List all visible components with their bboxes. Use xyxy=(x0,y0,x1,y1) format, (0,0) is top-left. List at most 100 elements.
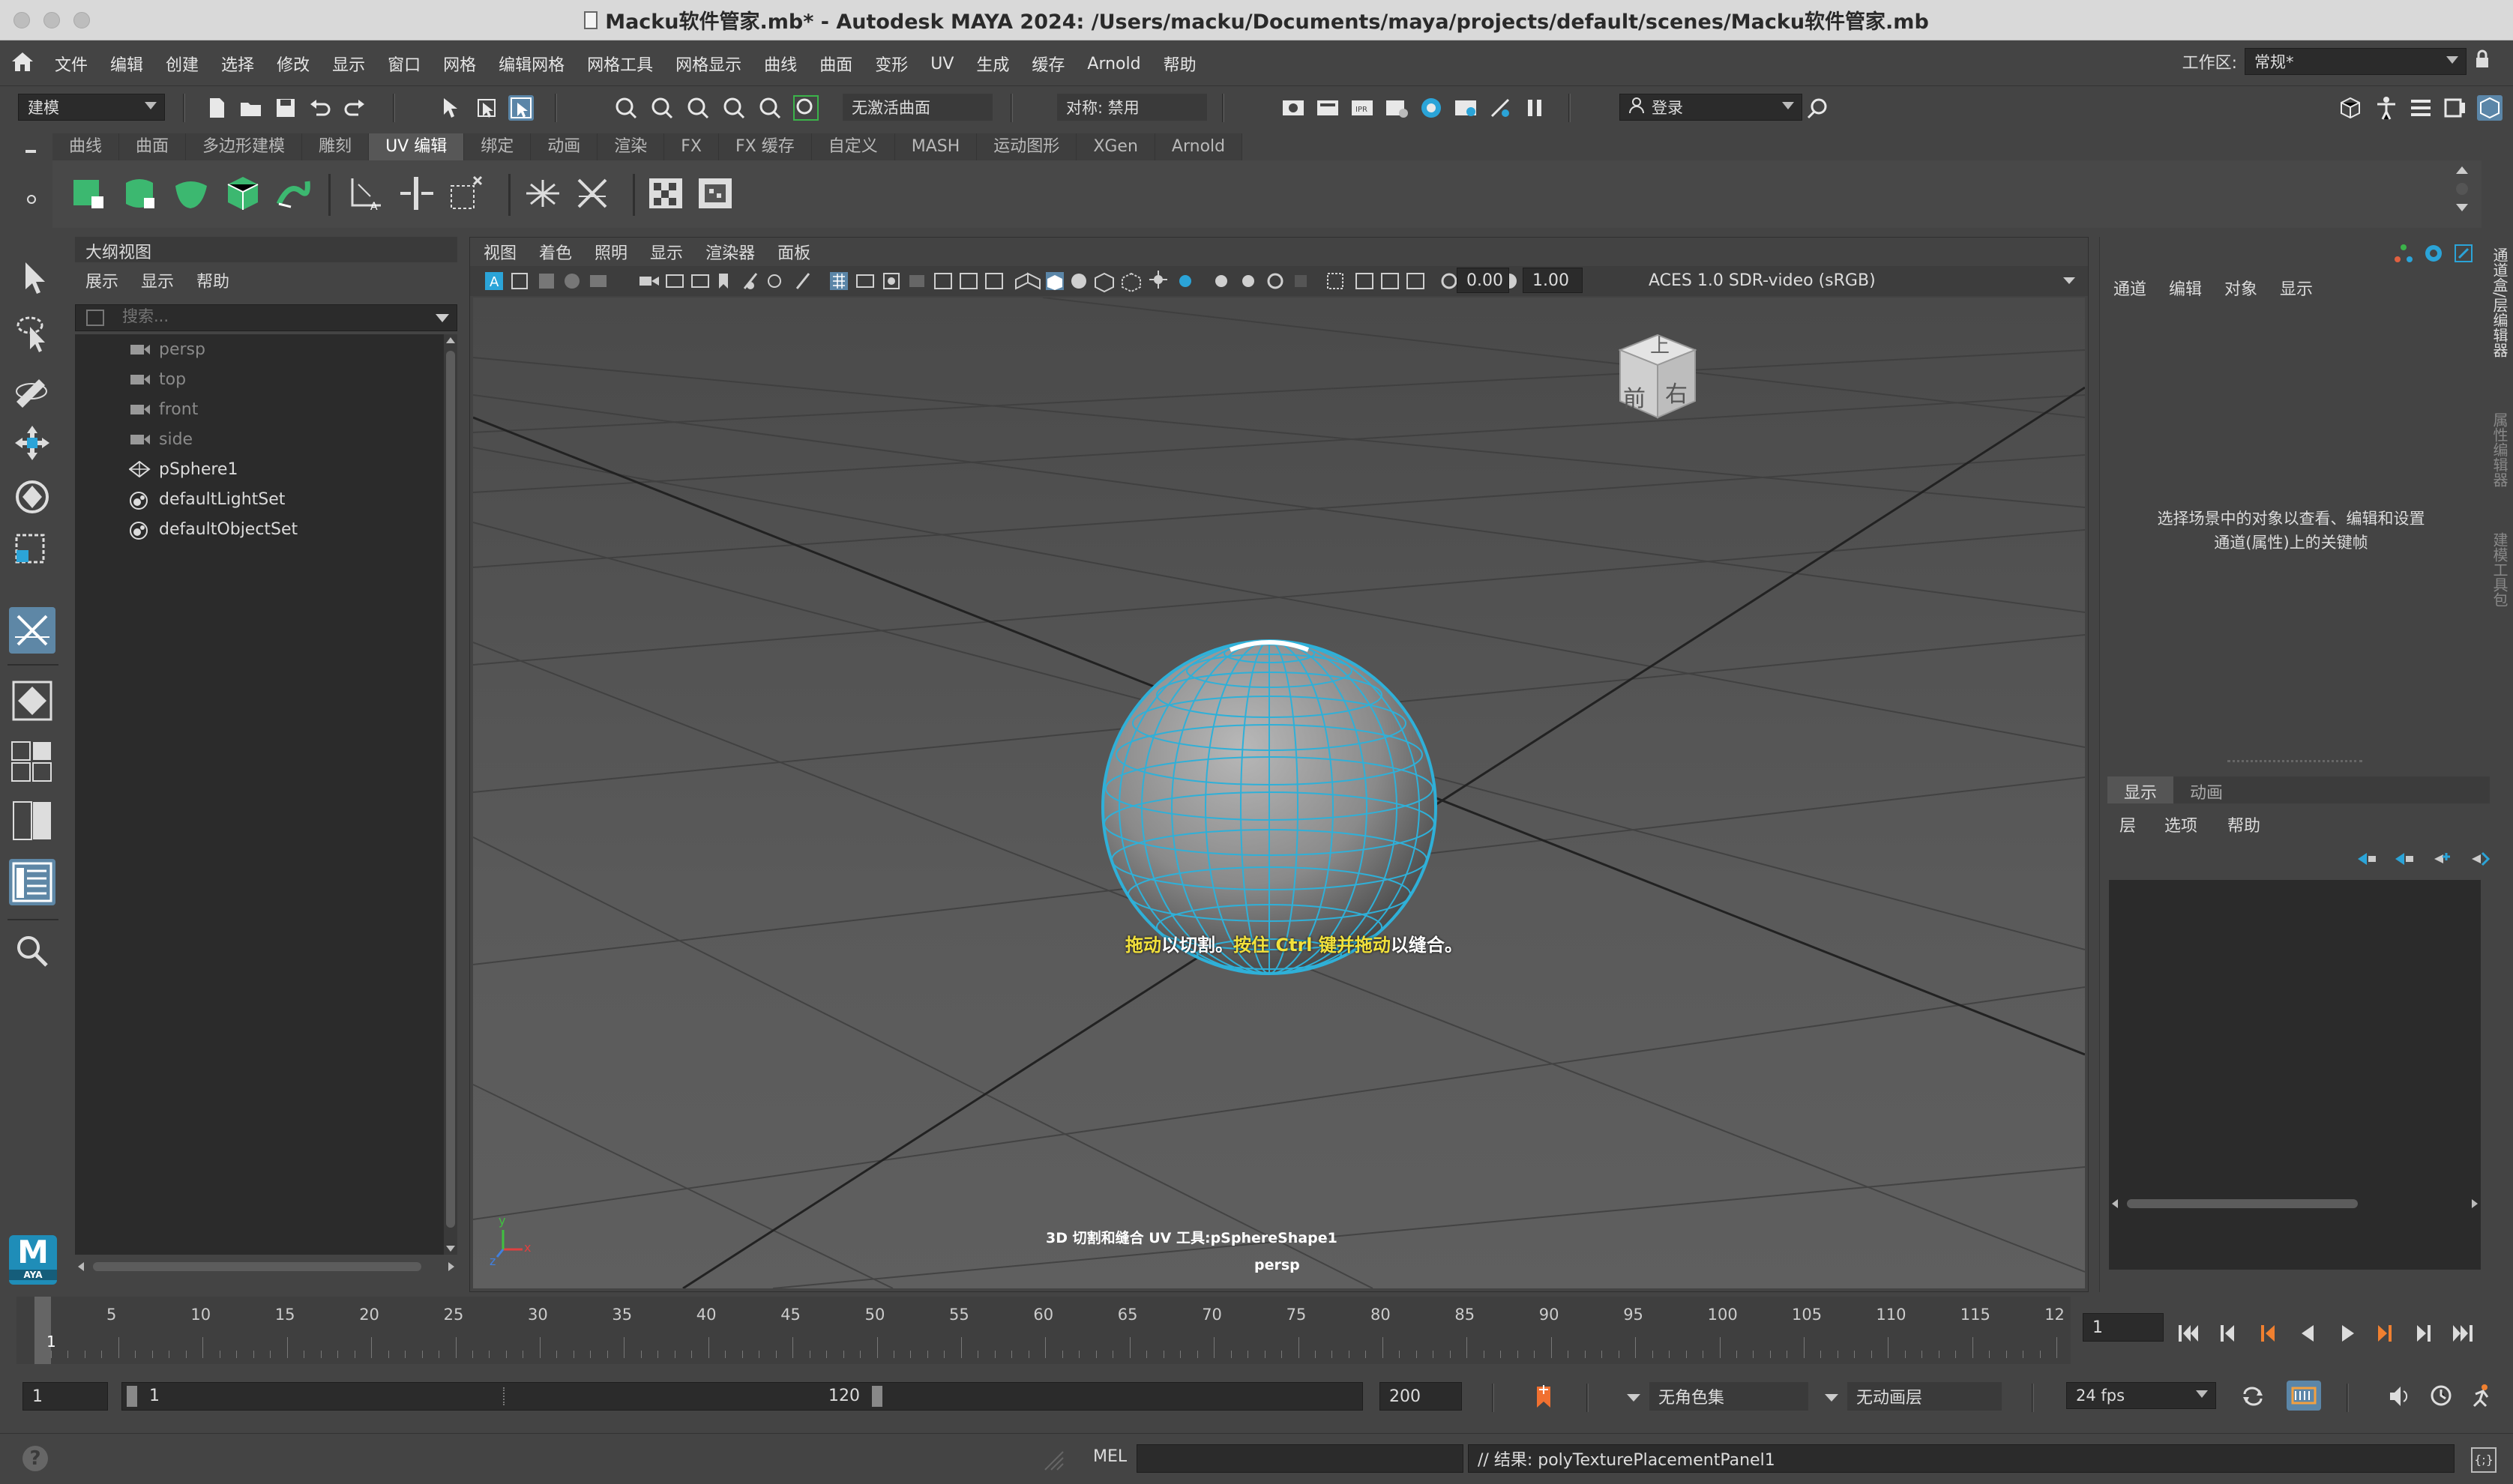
command-input[interactable] xyxy=(1137,1444,1463,1473)
outliner-horizontal-scrollbar[interactable] xyxy=(75,1259,457,1274)
channel-menu-channels[interactable]: 通道 xyxy=(2113,276,2146,300)
undo-icon[interactable] xyxy=(307,95,333,121)
snap-view-plane-icon[interactable] xyxy=(721,95,747,121)
viewport-menu-show[interactable]: 显示 xyxy=(650,240,683,264)
menu-cache[interactable]: 缓存 xyxy=(1020,52,1076,76)
layer-horizontal-scrollbar[interactable] xyxy=(2109,1196,2481,1211)
viewport-toolbar-icons[interactable]: A xyxy=(475,269,1599,298)
menu-curves[interactable]: 曲线 xyxy=(753,52,808,76)
new-layer-selected-icon[interactable] xyxy=(2469,850,2491,872)
tab-fx[interactable]: FX xyxy=(664,133,719,160)
tab-xgen[interactable]: XGen xyxy=(1077,133,1155,160)
outliner-item-psphere1[interactable]: pSphere1 xyxy=(75,454,444,484)
character-controls-icon[interactable] xyxy=(2374,95,2399,121)
layer-menu-help[interactable]: 帮助 xyxy=(2227,812,2260,836)
menu-uv[interactable]: UV xyxy=(919,55,965,73)
snap-point-icon[interactable] xyxy=(685,95,711,121)
tab-surfaces[interactable]: 曲面 xyxy=(119,133,187,160)
rotate-tool-icon[interactable] xyxy=(9,474,55,520)
menu-surfaces[interactable]: 曲面 xyxy=(808,52,864,76)
render-sequence-icon[interactable] xyxy=(1315,95,1340,121)
side-tab-channel-box[interactable]: 通道盒/层编辑器 xyxy=(2489,247,2511,382)
scene-start-field[interactable]: 1 xyxy=(22,1382,108,1411)
menu-mesh-tools[interactable]: 网格工具 xyxy=(576,52,664,76)
menu-set-dropdown[interactable]: 建模 xyxy=(18,94,165,121)
new-empty-layer-icon[interactable] xyxy=(2431,850,2452,872)
outliner-vertical-scrollbar[interactable] xyxy=(444,334,457,1255)
anim-prefs-icon[interactable] xyxy=(2429,1384,2455,1414)
workspace-dropdown[interactable]: 常规* xyxy=(2245,48,2467,75)
contour-stretch-icon[interactable] xyxy=(274,174,313,213)
current-frame-field[interactable]: 1 xyxy=(2083,1313,2164,1342)
ipr-render-icon[interactable]: IPR xyxy=(1349,95,1375,121)
anim-layer-dropdown[interactable]: 无动画层 xyxy=(1847,1382,2002,1411)
zoom-window-button[interactable] xyxy=(73,12,90,28)
layer-tab-animation[interactable]: 动画 xyxy=(2173,776,2239,803)
attribute-editor-toggle-icon[interactable] xyxy=(2408,95,2434,121)
outliner-item-side[interactable]: side xyxy=(75,424,444,454)
cut-uv-icon[interactable] xyxy=(523,174,562,213)
checker-map-icon[interactable] xyxy=(646,174,685,213)
hypershade-icon[interactable] xyxy=(1418,95,1444,121)
sound-icon[interactable] xyxy=(2387,1384,2413,1414)
chevron-down-icon[interactable] xyxy=(1825,1394,1838,1402)
tab-uv-editing[interactable]: UV 编辑 xyxy=(369,133,465,160)
snap-surface-icon[interactable] xyxy=(793,95,819,121)
open-scene-icon[interactable] xyxy=(238,95,264,121)
tab-sculpting[interactable]: 雕刻 xyxy=(302,133,370,160)
cache-playback-icon[interactable] xyxy=(2287,1381,2321,1411)
channel-menu-object[interactable]: 对象 xyxy=(2224,276,2257,300)
tab-motion-graphics[interactable]: 运动图形 xyxy=(977,133,1077,160)
channel-box-float-icon[interactable] xyxy=(2453,243,2474,268)
viewport-menu-view[interactable]: 视图 xyxy=(484,240,517,264)
fps-dropdown[interactable]: 24 fps xyxy=(2066,1382,2216,1409)
automatic-mapping-icon[interactable] xyxy=(223,174,262,213)
scale-tool-icon[interactable] xyxy=(9,528,55,574)
chevron-down-icon[interactable] xyxy=(1627,1394,1640,1402)
tab-animation[interactable]: 动画 xyxy=(531,133,598,160)
outliner-item-front[interactable]: front xyxy=(75,394,444,424)
uv-editor-icon[interactable]: A xyxy=(348,174,387,213)
gamma-field[interactable]: 1.00 xyxy=(1523,268,1583,293)
snap-live-icon[interactable] xyxy=(757,95,783,121)
snap-grid-icon[interactable] xyxy=(613,95,639,121)
single-view-layout-icon[interactable] xyxy=(9,678,55,724)
character-set-dropdown[interactable]: 无角色集 xyxy=(1649,1382,1808,1411)
tab-rendering[interactable]: 渲染 xyxy=(598,133,665,160)
outliner-layout-icon[interactable] xyxy=(9,859,55,905)
select-object-icon[interactable] xyxy=(474,95,499,121)
two-view-layout-icon[interactable] xyxy=(9,797,55,844)
playback-buttons[interactable] xyxy=(2174,1310,2504,1355)
3d-viewport[interactable]: 上 前 右 y x z 拖动以切割。按住 Ctrl 键并拖动以缝合。 3D 切割… xyxy=(473,298,2085,1288)
tab-fx-caching[interactable]: FX 缓存 xyxy=(719,133,812,160)
sew-uv-icon[interactable] xyxy=(573,174,612,213)
menu-edit-mesh[interactable]: 编辑网格 xyxy=(487,52,576,76)
tab-curves[interactable]: 曲线 xyxy=(52,133,120,160)
pause-icon[interactable] xyxy=(1522,95,1547,121)
tab-mash[interactable]: MASH xyxy=(894,133,978,160)
menu-select[interactable]: 选择 xyxy=(210,52,265,76)
channel-box-sync-icon[interactable] xyxy=(2423,243,2444,268)
menu-create[interactable]: 创建 xyxy=(154,52,210,76)
exposure-field[interactable]: 0.00 xyxy=(1457,268,1509,293)
menu-arnold[interactable]: Arnold xyxy=(1076,55,1152,73)
shelf-settings-icon[interactable] xyxy=(27,195,36,204)
side-tab-modeling-toolkit[interactable]: 建模工具包 xyxy=(2489,532,2511,630)
menu-display[interactable]: 显示 xyxy=(321,52,376,76)
cut-sew-uv-tool-icon[interactable] xyxy=(9,607,55,654)
uv-snapshot-icon[interactable] xyxy=(447,174,486,213)
channel-menu-edit[interactable]: 编辑 xyxy=(2169,276,2202,300)
layer-tab-display[interactable]: 显示 xyxy=(2107,776,2174,803)
outliner-item-persp[interactable]: persp xyxy=(75,334,444,364)
search-help-icon[interactable] xyxy=(1805,95,1831,121)
lasso-tool-icon[interactable] xyxy=(9,310,55,357)
lock-icon[interactable] xyxy=(2474,49,2491,74)
spherical-mapping-icon[interactable] xyxy=(172,174,211,213)
channel-box-options-icon[interactable] xyxy=(2393,243,2414,268)
shelf-tabs-menu-icon[interactable] xyxy=(25,150,36,153)
render-frame-icon[interactable] xyxy=(1280,95,1306,121)
tab-custom[interactable]: 自定义 xyxy=(811,133,895,160)
paint-select-tool-icon[interactable] xyxy=(9,364,55,411)
symmetry-dropdown[interactable]: 对称: 禁用 xyxy=(1057,94,1207,121)
move-tool-icon[interactable] xyxy=(9,420,55,466)
